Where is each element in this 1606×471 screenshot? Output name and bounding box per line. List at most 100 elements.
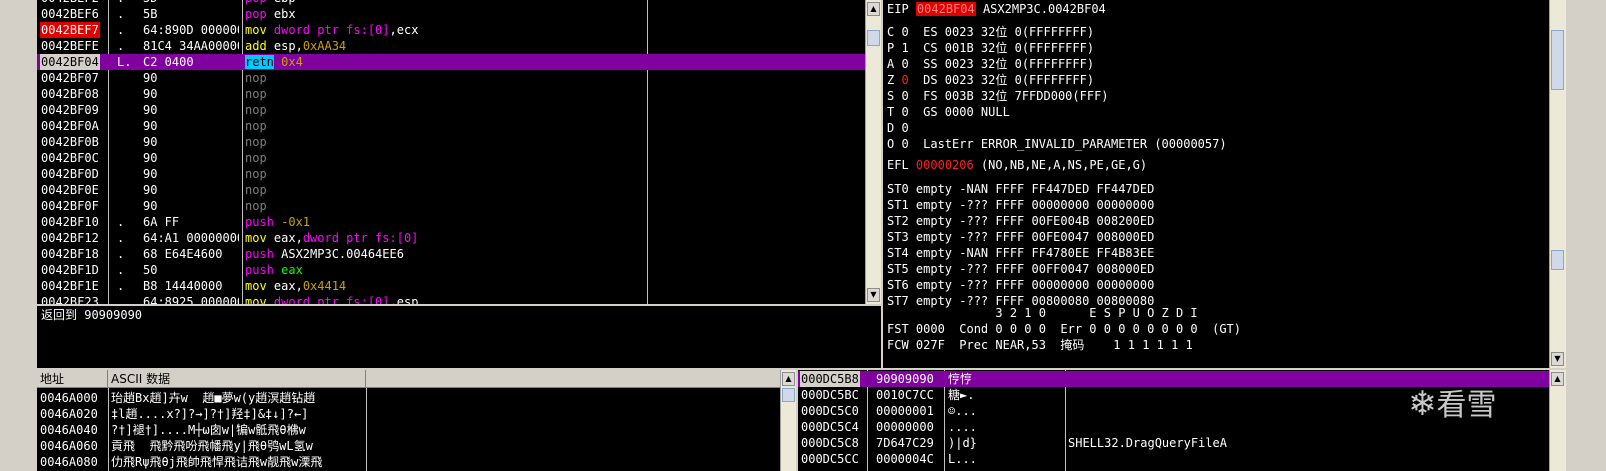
flag-row[interactable]: C 0 ES 0023 32位 0(FFFFFFFF) [887, 24, 1227, 40]
disasm-row[interactable]: 0042BF04 L. C2 0400 retn 0x4 [37, 54, 865, 70]
stack-row[interactable]: 000DC5CC 0000004C L... [798, 451, 1549, 467]
disasm-row[interactable]: 0042BF1E. B8 14440000 mov eax,0x4414 [37, 278, 865, 294]
fpu-register-row[interactable]: ST1 empty -??? FFFF 00000000 00000000 [887, 197, 1154, 213]
flag-row[interactable]: T 0 GS 0000 NULL [887, 104, 1227, 120]
disasm-instruction[interactable]: nop [245, 86, 267, 102]
scroll-thumb[interactable] [782, 388, 795, 402]
eip-value[interactable]: 0042BF04 [915, 2, 976, 16]
flag-value[interactable]: 0 [901, 89, 908, 103]
disasm-address[interactable]: 0042BF10 [40, 214, 100, 230]
disasm-row[interactable]: 0042BF0B 90 nop [37, 134, 865, 150]
disasm-address[interactable]: 0042BF18 [40, 246, 100, 262]
scroll-thumb[interactable] [1551, 250, 1564, 270]
stack-value[interactable]: 00000001 [876, 403, 934, 419]
fpu-register-row[interactable]: ST0 empty -NAN FFFF FF447DED FF447DED [887, 181, 1154, 197]
disasm-instruction[interactable]: push -0x1 [245, 214, 310, 230]
disasm-row[interactable]: 0042BF07 90 nop [37, 70, 865, 86]
disasm-instruction[interactable]: mov eax,dword ptr fs:[0] [245, 230, 418, 246]
flag-value[interactable]: 0 [901, 121, 908, 135]
disasm-row[interactable]: 0042BF23. 64:8925 0000000 mov dword ptr fs… [37, 294, 865, 304]
disasm-instruction[interactable]: nop [245, 166, 267, 182]
disasm-row[interactable]: 0042BF18. 68 E64E4600 push ASX2MP3C.00464E… [37, 246, 865, 262]
flag-value[interactable]: 1 [901, 41, 908, 55]
dump-pane[interactable]: 地址 ASCII 数据 0046A000 珆趙Bx趙]卉w 趙■夢w(y趙溟趙钻趙… [37, 370, 780, 471]
disasm-row[interactable]: 0042BF0A 90 nop [37, 118, 865, 134]
scroll-down-arrow-icon[interactable]: ▼ [1551, 352, 1564, 366]
disasm-instruction[interactable]: nop [245, 134, 267, 150]
disasm-address[interactable]: 0042BEF6 [40, 6, 100, 22]
scroll-up-arrow-icon[interactable]: ▲ [1551, 372, 1564, 386]
disasm-address[interactable]: 0042BF0E [40, 182, 100, 198]
flag-value[interactable]: 0 [901, 25, 908, 39]
scroll-thumb[interactable] [867, 30, 880, 46]
disasm-address[interactable]: 0042BF07 [40, 70, 100, 86]
disasm-instruction[interactable]: nop [245, 102, 267, 118]
disasm-instruction[interactable]: add esp,0xAA34 [245, 38, 346, 54]
disassembly-pane[interactable]: 0042BEF2.5Dpop ebp0042BEF6.5Bpop ebx0042… [37, 0, 865, 304]
disasm-address[interactable]: 0042BF09 [40, 102, 100, 118]
scroll-thumb[interactable] [1551, 30, 1564, 90]
disasm-address[interactable]: 0042BF23 [40, 294, 100, 304]
flag-value[interactable]: 0 [901, 73, 908, 87]
fpu-register-row[interactable]: ST3 empty -??? FFFF 00FE0047 008000ED [887, 229, 1154, 245]
disasm-row[interactable]: 0042BF12. 64:A1 00000000 mov eax,dword ptr… [37, 230, 865, 246]
disasm-row[interactable]: 0042BEF6. 5B pop ebx [37, 6, 865, 22]
dump-row[interactable]: 0046A060 貢飛 飛黔飛吩飛幡飛y|飛θ鸮wL氢w [37, 438, 780, 454]
registers-scrollbar[interactable]: ▼ [1549, 0, 1566, 368]
stack-row[interactable]: 000DC5C8 7D647C29)|d} SHELL32.DragQueryFil… [798, 435, 1549, 451]
dump-row[interactable]: 0046A020 ‡l趙....x?]?→]?†]羟‡]&‡↓]?←] [37, 406, 780, 422]
disasm-instruction[interactable]: nop [245, 70, 267, 86]
flag-value[interactable]: 0 [901, 57, 908, 71]
scroll-up-arrow-icon[interactable]: ▲ [867, 2, 880, 16]
disasm-address[interactable]: 0042BF0B [40, 134, 100, 150]
disasm-address[interactable]: 0042BF0D [40, 166, 100, 182]
dump-row[interactable]: 0046A080 仂飛Rψ飛θj飛帥飛悍飛诘飛w靓飛w溧飛 [37, 454, 780, 470]
stack-value[interactable]: 0010C7CC [876, 387, 934, 403]
flag-row[interactable]: A 0 SS 0023 32位 0(FFFFFFFF) [887, 56, 1227, 72]
disasm-row[interactable]: 0042BF09 90 nop [37, 102, 865, 118]
disasm-address[interactable]: 0042BF0A [40, 118, 100, 134]
disasm-instruction[interactable]: mov eax,0x4414 [245, 278, 346, 294]
disasm-row[interactable]: 0042BF0D 90 nop [37, 166, 865, 182]
disasm-row[interactable]: 0042BF1D. 50 push eax [37, 262, 865, 278]
disasm-instruction[interactable]: mov dword ptr fs:[0],ecx [245, 22, 418, 38]
disasm-row[interactable]: 0042BF0F 90 nop [37, 198, 865, 214]
dump-scrollbar[interactable]: ▲ [780, 370, 796, 471]
stack-value[interactable]: 7D647C29 [876, 435, 934, 451]
disasm-instruction[interactable]: nop [245, 182, 267, 198]
flag-row[interactable]: P 1 CS 001B 32位 0(FFFFFFFF) [887, 40, 1227, 56]
flag-value[interactable]: 0 [901, 105, 908, 119]
disasm-row[interactable]: 0042BF10. 6A FF push -0x1 [37, 214, 865, 230]
disasm-address[interactable]: 0042BF04 [40, 54, 100, 70]
flag-row[interactable]: S 0 FS 003B 32位 7FFDD000(FFF) [887, 88, 1227, 104]
disasm-row[interactable]: 0042BF08 90 nop [37, 86, 865, 102]
scroll-down-arrow-icon[interactable]: ▼ [867, 288, 880, 302]
disasm-row[interactable]: 0042BF0C 90 nop [37, 150, 865, 166]
disasm-instruction[interactable]: pop ebx [245, 6, 296, 22]
fpu-register-row[interactable]: ST4 empty -NAN FFFF FF4780EE FF4B83EE [887, 245, 1154, 261]
stack-pane[interactable]: 000DC5B8 90909090 悙悙 000DC5BC 0010C7CC 糖►. 000… [798, 370, 1549, 471]
dump-column-ascii[interactable]: ASCII 数据 [108, 370, 366, 388]
disasm-address[interactable]: 0042BF12 [40, 230, 100, 246]
disasm-row[interactable]: 0042BEF7. 64:890D 0000000 mov dword ptr fs… [37, 22, 865, 38]
fpu-register-row[interactable]: ST5 empty -??? FFFF 00FF0047 008000ED [887, 261, 1154, 277]
stack-value[interactable]: 00000000 [876, 419, 934, 435]
disasm-instruction[interactable]: push ASX2MP3C.00464EE6 [245, 246, 404, 262]
disasm-instruction[interactable]: retn 0x4 [245, 54, 303, 70]
dump-row[interactable]: 0046A040 ?†]褪†]....M┼ω囱w|犏w骶飛θ梻w [37, 422, 780, 438]
scroll-up-arrow-icon[interactable]: ▲ [782, 372, 795, 386]
fpu-register-row[interactable]: ST6 empty -??? FFFF 00000000 00000000 [887, 277, 1154, 293]
disasm-address[interactable]: 0042BF1E [40, 278, 100, 294]
disasm-address[interactable]: 0042BF1D [40, 262, 100, 278]
disasm-row[interactable]: 0042BEFE. 81C4 34AA00000 add esp,0xAA34 [37, 38, 865, 54]
disasm-instruction[interactable]: nop [245, 198, 267, 214]
disasm-address[interactable]: 0042BF0C [40, 150, 100, 166]
disasm-instruction[interactable]: nop [245, 150, 267, 166]
disasm-instruction[interactable]: push eax [245, 262, 303, 278]
disasm-address[interactable]: 0042BEFE [40, 38, 100, 54]
flag-row[interactable]: O 0 LastErr ERROR_INVALID_PARAMETER (000… [887, 136, 1227, 152]
flag-row[interactable]: D 0 [887, 120, 1227, 136]
disasm-address[interactable]: 0042BEF7 [40, 22, 100, 38]
stack-value[interactable]: 0000004C [876, 451, 934, 467]
fpu-register-row[interactable]: ST2 empty -??? FFFF 00FE004B 008200ED [887, 213, 1154, 229]
